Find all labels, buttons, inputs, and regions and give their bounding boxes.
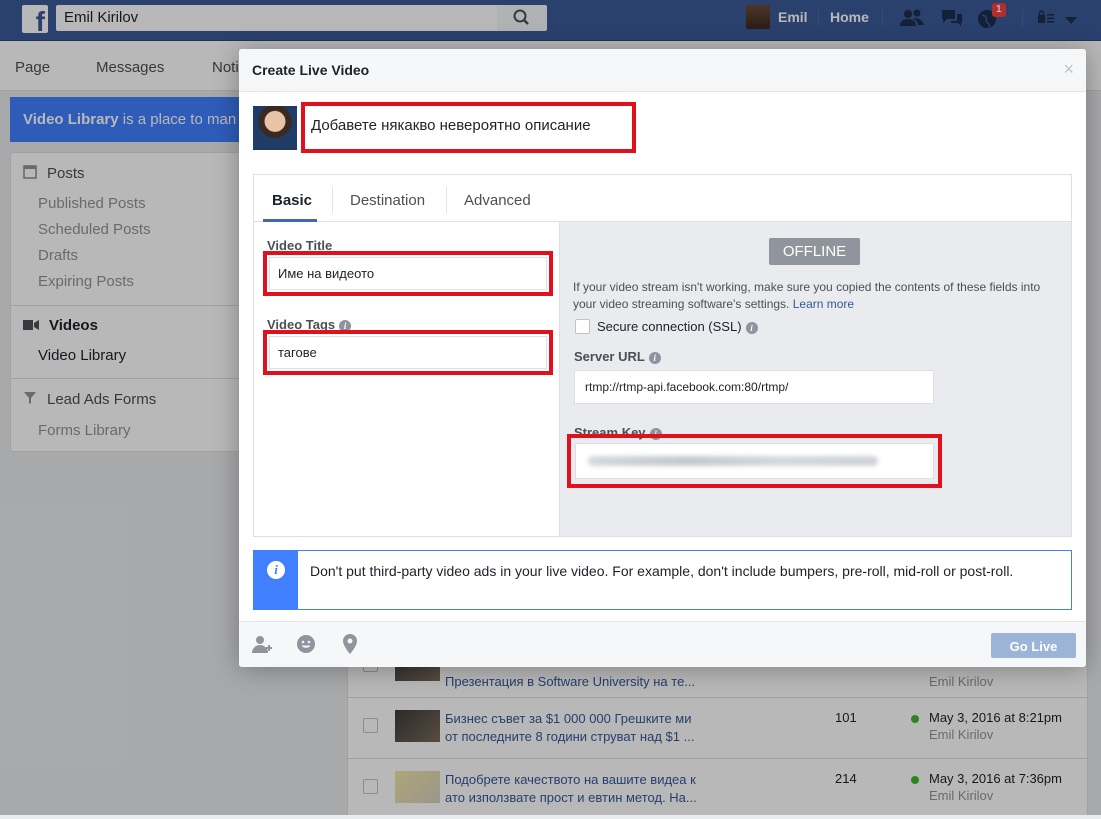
basic-fields-pane: Video Title Име на видеото Video Tags i т… xyxy=(254,222,560,536)
tab-destination[interactable]: Destination xyxy=(350,192,425,209)
info-icon[interactable]: i xyxy=(745,321,758,334)
settings-panel: Basic Destination Advanced Video Title И… xyxy=(253,174,1072,537)
stream-help-text: If your video stream isn't working, make… xyxy=(573,279,1053,313)
tab-divider xyxy=(446,187,447,213)
composer-avatar xyxy=(253,106,297,150)
server-url-label: Server URL i xyxy=(574,349,661,364)
dialog-header: Create Live Video × xyxy=(239,49,1086,92)
tag-friends-icon[interactable] xyxy=(252,634,274,659)
video-title-input[interactable]: Име на видеото xyxy=(263,251,553,296)
notice-icon-area: i xyxy=(254,551,298,609)
ssl-label-text: Secure connection (SSL) xyxy=(597,319,742,334)
stream-key-input[interactable] xyxy=(575,443,934,479)
stream-key-highlight xyxy=(567,434,942,488)
server-url-input[interactable]: rtmp://rtmp-api.facebook.com:80/rtmp/ xyxy=(574,370,934,404)
create-live-video-dialog: Create Live Video × Добавете някакво нев… xyxy=(239,49,1086,667)
video-title-value: Име на видеото xyxy=(278,266,375,281)
video-tags-value: тагове xyxy=(278,345,317,360)
tab-divider xyxy=(332,187,333,213)
video-tags-input[interactable]: тагове xyxy=(263,330,553,375)
ssl-label: Secure connection (SSL) i xyxy=(597,319,758,334)
dialog-footer: Go Live xyxy=(239,621,1086,667)
stream-key-redacted xyxy=(588,456,878,466)
dialog-title: Create Live Video xyxy=(252,62,370,78)
server-url-label-text: Server URL xyxy=(574,349,645,364)
ads-policy-notice: i Don't put third-party video ads in you… xyxy=(253,550,1072,610)
tab-basic[interactable]: Basic xyxy=(272,192,312,209)
location-pin-icon[interactable] xyxy=(342,634,358,659)
stream-settings-pane: OFFLINE If your video stream isn't worki… xyxy=(560,222,1071,536)
learn-more-link[interactable]: Learn more xyxy=(793,297,854,311)
close-icon[interactable]: × xyxy=(1063,59,1074,80)
info-icon[interactable]: i xyxy=(648,351,661,364)
tab-advanced[interactable]: Advanced xyxy=(464,192,531,209)
go-live-button[interactable]: Go Live xyxy=(991,633,1076,658)
description-input[interactable]: Добавете някакво невероятно описание xyxy=(301,102,636,153)
info-circle-icon: i xyxy=(267,561,285,579)
ssl-checkbox[interactable] xyxy=(575,319,590,334)
settings-tabs: Basic Destination Advanced xyxy=(254,175,1071,222)
stream-status-badge: OFFLINE xyxy=(769,238,860,265)
feeling-smiley-icon[interactable] xyxy=(296,634,316,659)
notice-text: Don't put third-party video ads in your … xyxy=(310,563,1014,579)
